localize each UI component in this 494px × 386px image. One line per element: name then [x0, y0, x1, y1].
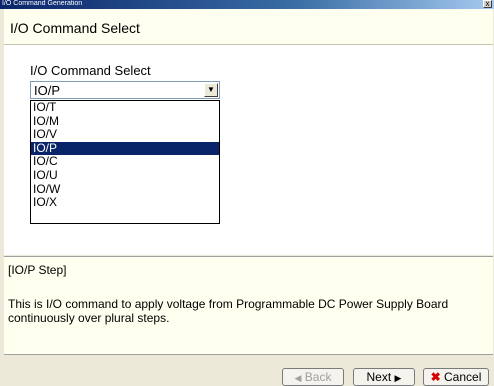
option-io-c[interactable]: IO/C [31, 155, 219, 169]
option-io-x[interactable]: IO/X [31, 196, 219, 210]
option-io-u[interactable]: IO/U [31, 168, 219, 183]
description-body: This is I/O command to apply voltage fro… [8, 297, 449, 325]
cancel-button-label: Cancel [444, 370, 482, 384]
option-io-v[interactable]: IO/V [31, 128, 219, 142]
option-io-w[interactable]: IO/W [31, 182, 219, 197]
next-button[interactable]: Next ▶ [353, 368, 415, 386]
chevron-down-icon[interactable]: ▼ [204, 83, 218, 97]
command-options-list[interactable]: IO/T IO/M IO/V IO/P IO/C IO/U IO/W IO/X [30, 100, 220, 224]
close-icon[interactable]: x [483, 0, 492, 8]
command-select-value: IO/P [34, 83, 61, 98]
cancel-x-icon: ✖ [430, 370, 441, 384]
option-io-t[interactable]: IO/T [31, 100, 219, 115]
arrow-right-icon: ▶ [394, 373, 402, 383]
description-panel: [IO/P Step] This is I/O command to apply… [4, 256, 493, 355]
option-io-p[interactable]: IO/P [31, 141, 219, 156]
window-title: I/O Command Generation [2, 0, 83, 7]
arrow-left-icon: ◀ [294, 373, 302, 383]
command-select-dropdown[interactable]: IO/P ▼ [30, 81, 220, 99]
cancel-button[interactable]: ✖ Cancel [423, 368, 489, 386]
back-button[interactable]: ◀ Back [282, 368, 344, 386]
description-title: [IO/P Step] [8, 263, 67, 277]
page-header: I/O Command Select [4, 9, 493, 45]
next-button-label: Next [366, 370, 392, 384]
title-bar: I/O Command Generation x [0, 0, 494, 9]
option-io-m[interactable]: IO/M [31, 114, 219, 129]
back-button-label: Back [304, 370, 332, 384]
page-title: I/O Command Select [10, 20, 140, 36]
main-panel: I/O Command Select IO/P ▼ IO/T IO/M IO/V… [4, 45, 493, 255]
command-select-label: I/O Command Select [30, 63, 151, 78]
